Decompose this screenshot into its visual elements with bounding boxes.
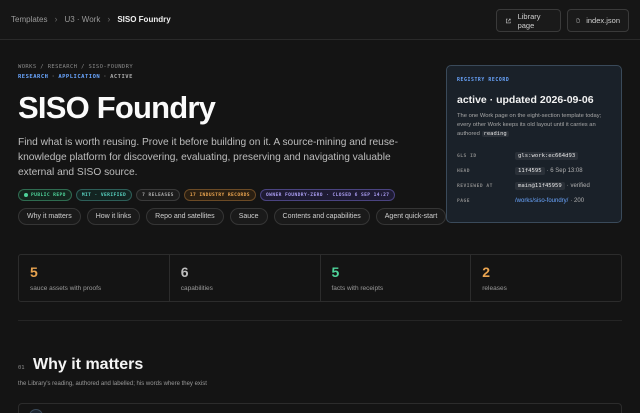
stat-label: releases (482, 285, 507, 292)
badge-mit: MIT · VERIFIED (75, 189, 133, 201)
nav-repo-satellites[interactable]: Repo and satellites (146, 208, 224, 225)
badge-row: PUBLIC REPO MIT · VERIFIED 7 RELEASES 17… (18, 189, 396, 201)
badge-public-label: PUBLIC REPO (31, 192, 66, 198)
head-date: · 6 Sep 13:08 (546, 168, 583, 174)
reviewed-commit: main@11f45959 (515, 182, 565, 190)
gls-id-value: gls:work:ec664d93 (515, 152, 579, 160)
top-bar: Templates › U3 · Work › SISO Foundry Lib… (0, 0, 640, 40)
stat-label: capabilities (180, 285, 213, 292)
row-reviewed: REVIEWED AT main@11f45959 · verified (457, 182, 617, 190)
stat-value: 5 (331, 264, 340, 280)
stat-sauce: 5 sauce assets with proofs (19, 255, 170, 301)
section-title: Why it matters (33, 356, 144, 373)
stat-label: sauce assets with proofs (30, 285, 102, 292)
section-content-card (18, 403, 622, 413)
nav-agent-quick-start[interactable]: Agent quick-start (375, 208, 447, 225)
status-dot-icon (24, 193, 28, 197)
stat-capabilities: 6 capabilities (170, 255, 321, 301)
section-nav: Why it matters How it links Repo and sat… (18, 208, 447, 225)
nav-contents-capabilities[interactable]: Contents and capabilities (273, 208, 370, 225)
stat-label: facts with receipts (331, 285, 384, 292)
page-title: SISO Foundry (18, 90, 216, 125)
tag-research: RESEARCH (18, 74, 49, 80)
page-status: · 200 (570, 198, 585, 204)
stat-facts: 5 facts with receipts (321, 255, 472, 301)
row-gls-id: GLS ID gls:work:ec664d93 (457, 152, 617, 160)
registry-note-text: The one Work page on the eight-section t… (457, 113, 602, 137)
registry-status: active · updated 2026-09-06 (457, 94, 594, 106)
reviewed-status: · verified (566, 183, 590, 189)
hero-breadcrumb: WORKS / RESEARCH / SISO-FOUNDRY (18, 64, 134, 70)
row-page: PAGE /works/siso-foundry/· 200 (457, 198, 617, 204)
external-link-icon (505, 18, 511, 23)
breadcrumb-current: SISO Foundry (117, 14, 171, 24)
tag-active: ACTIVE (110, 74, 133, 80)
chevron-right-icon: › (107, 14, 111, 24)
registry-label: REGISTRY RECORD (457, 78, 510, 83)
file-icon (576, 18, 580, 23)
index-json-button[interactable]: index.json (567, 9, 629, 32)
row-head: HEAD 11f4595 · 6 Sep 13:08 (457, 167, 617, 175)
page-link[interactable]: /works/siso-foundry/ (515, 198, 568, 204)
registry-note-code: reading (481, 131, 509, 137)
breadcrumb-templates[interactable]: Templates (11, 15, 47, 24)
registry-record-card: REGISTRY RECORD active · updated 2026-09… (446, 65, 622, 223)
hero-tags: RESEARCH · APPLICATION · ACTIVE (18, 74, 133, 80)
reviewed-key: REVIEWED AT (457, 183, 493, 189)
head-commit: 11f4595 (515, 167, 545, 175)
index-json-label: index.json (586, 16, 620, 25)
stat-value: 5 (30, 264, 38, 280)
chevron-right-icon: › (54, 14, 58, 24)
section-number: 01 (18, 365, 25, 371)
breadcrumb-work[interactable]: U3 · Work (64, 15, 100, 24)
library-page-label: Library page (517, 11, 541, 30)
badge-public-repo: PUBLIC REPO (18, 189, 72, 201)
page-key: PAGE (457, 198, 471, 204)
nav-how-it-links[interactable]: How it links (86, 208, 141, 225)
stat-value: 6 (180, 264, 189, 280)
page-description: Find what is worth reusing. Prove it bef… (18, 137, 398, 178)
nav-sauce[interactable]: Sauce (229, 208, 268, 225)
breadcrumb: Templates › U3 · Work › SISO Foundry (11, 14, 171, 24)
stats-bar: 5 sauce assets with proofs 6 capabilitie… (18, 254, 622, 302)
stat-releases: 2 releases (471, 255, 621, 301)
head-key: HEAD (457, 168, 471, 174)
stat-value: 2 (482, 264, 491, 280)
section-subtitle: the Library's reading, authored and labe… (18, 381, 207, 387)
avatar-icon (29, 409, 43, 413)
registry-note: The one Work page on the eight-section t… (457, 112, 617, 139)
badge-owner: OWNER FOUNDRY-ZERO · CLOSED 6 SEP 14:27 (259, 189, 396, 201)
gls-id-key: GLS ID (457, 153, 477, 159)
badge-releases: 7 RELEASES (136, 189, 180, 201)
nav-why-it-matters[interactable]: Why it matters (18, 208, 81, 225)
badge-industry: 17 INDUSTRY RECORDS (183, 189, 256, 201)
tag-application: APPLICATION (58, 74, 101, 80)
divider (18, 320, 622, 321)
library-page-button[interactable]: Library page (496, 9, 561, 32)
